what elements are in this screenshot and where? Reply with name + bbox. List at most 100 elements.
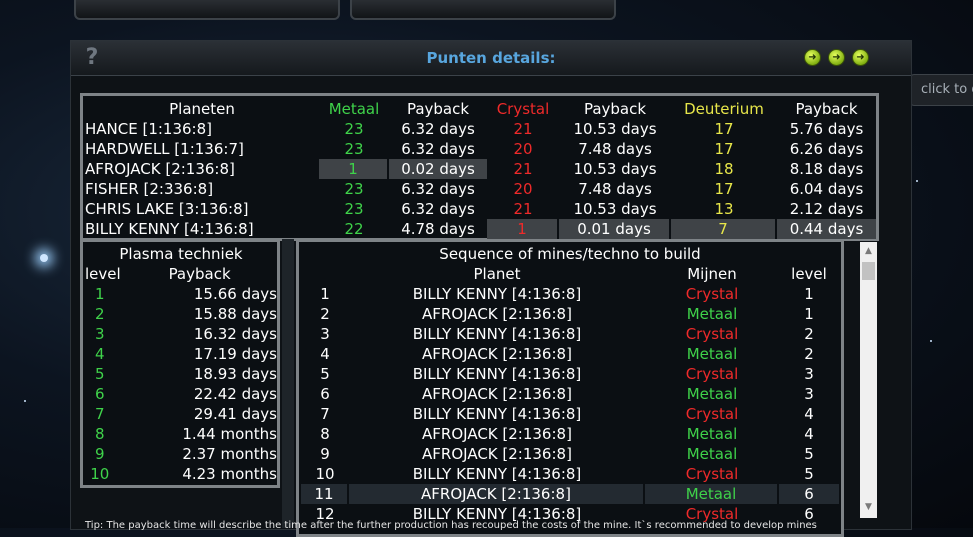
table-row: 7 29.41 days	[85, 404, 277, 424]
sequence-planet: AFROJACK [2:136:8]	[422, 445, 572, 463]
header-payback: Payback	[406, 100, 470, 118]
metaal-level: 1	[319, 159, 389, 179]
sequence-mine: Metaal	[686, 445, 738, 463]
sequence-mine: Metaal	[686, 385, 738, 403]
sequence-level: 6	[779, 484, 839, 504]
sequence-index: 2	[320, 305, 330, 323]
sequence-level: 5	[804, 465, 814, 483]
sequence-mine: Crystal	[685, 285, 739, 303]
plasma-payback: 15.66 days	[193, 285, 277, 303]
panel-header: ? Punten details: ➜ ➜ ➜	[71, 41, 911, 76]
click-to-tab[interactable]: click to d	[904, 74, 973, 106]
table-row: 3 16.32 days	[85, 324, 277, 344]
table-row[interactable]: 10 BILLY KENNY [4:136:8] Crystal 5	[301, 464, 839, 484]
plasma-title-row: Plasma techniek	[85, 244, 277, 264]
table-row[interactable]: 8 AFROJACK [2:136:8] Metaal 4	[301, 424, 839, 444]
crystal-level: 1	[487, 219, 559, 239]
sequence-planet: BILLY KENNY [4:136:8]	[412, 365, 582, 383]
plasma-table: Plasma techniek level Payback 1 15.66 day…	[85, 244, 277, 484]
metaal-payback: 4.78 days	[401, 220, 475, 238]
green-arrow-icon[interactable]: ➜	[828, 49, 845, 66]
table-row[interactable]: 6 AFROJACK [2:136:8] Metaal 3	[301, 384, 839, 404]
sequence-level: 4	[804, 405, 814, 423]
sequence-mine: Crystal	[685, 325, 739, 343]
header-level: level	[85, 265, 121, 283]
plasma-payback: 29.41 days	[193, 405, 277, 423]
planet-name: HARDWELL [1:136:7]	[85, 140, 244, 158]
sequence-level: 3	[804, 385, 814, 403]
planet-name: HANCE [1:136:8]	[85, 120, 213, 138]
metaal-payback: 6.32 days	[401, 140, 475, 158]
scroll-up-arrow-icon[interactable]: ▲	[860, 244, 877, 258]
plasma-payback: 4.23 months	[182, 465, 277, 483]
scroll-thumb[interactable]	[862, 262, 875, 280]
metaal-payback: 6.32 days	[401, 120, 475, 138]
table-row: BILLY KENNY [4:136:8] 22 4.78 days 1 0.0…	[85, 219, 876, 239]
scroll-down-arrow-icon[interactable]: ▼	[860, 500, 877, 514]
sequence-index: 10	[315, 465, 335, 483]
table-row[interactable]: 7 BILLY KENNY [4:136:8] Crystal 4	[301, 404, 839, 424]
table-row[interactable]: 9 AFROJACK [2:136:8] Metaal 5	[301, 444, 839, 464]
table-row[interactable]: 2 AFROJACK [2:136:8] Metaal 1	[301, 304, 839, 324]
deuterium-payback: 5.76 days	[789, 120, 864, 138]
plasma-level: 7	[95, 405, 105, 423]
plasma-level: 2	[95, 305, 105, 323]
plasma-level: 8	[95, 425, 105, 443]
sequence-planet: AFROJACK [2:136:8]	[422, 305, 572, 323]
crystal-level: 21	[513, 120, 533, 138]
tip-text: Tip: The payback time will describe the …	[85, 520, 817, 531]
table-row: 4 17.19 days	[85, 344, 277, 364]
table-row: 10 4.23 months	[85, 464, 277, 484]
sequence-planet: BILLY KENNY [4:136:8]	[412, 465, 582, 483]
header-index	[301, 264, 349, 284]
table-row[interactable]: 5 BILLY KENNY [4:136:8] Crystal 3	[301, 364, 839, 384]
metaal-level: 23	[344, 140, 364, 158]
metaal-level: 22	[344, 220, 364, 238]
green-arrow-icon[interactable]: ➜	[804, 49, 821, 66]
sequence-title-row: Sequence of mines/techno to build	[301, 244, 839, 264]
sequence-index: 8	[320, 425, 330, 443]
sequence-planet: AFROJACK [2:136:8]	[349, 484, 645, 504]
crystal-payback: 10.53 days	[573, 200, 657, 218]
plasma-level: 6	[95, 385, 105, 403]
table-row[interactable]: 3 BILLY KENNY [4:136:8] Crystal 2	[301, 324, 839, 344]
sequence-mine: Crystal	[685, 405, 739, 423]
header-planeten: Planeten	[169, 100, 235, 118]
deuterium-payback: 0.44 days	[777, 219, 876, 239]
plasma-level: 5	[95, 365, 105, 383]
table-row[interactable]: 4 AFROJACK [2:136:8] Metaal 2	[301, 344, 839, 364]
crystal-payback: 7.48 days	[578, 180, 652, 198]
sequence-index: 9	[320, 445, 330, 463]
table-row: 2 15.88 days	[85, 304, 277, 324]
sequence-level: 2	[804, 345, 814, 363]
header-level: level	[791, 265, 827, 283]
sequence-mine: Crystal	[685, 365, 739, 383]
planets-header-row: Planeten Metaal Payback Crystal Payback …	[85, 99, 876, 119]
sequence-level: 5	[804, 445, 814, 463]
table-row-highlighted[interactable]: 11 AFROJACK [2:136:8] Metaal 6	[301, 484, 839, 504]
table-row[interactable]: 1 BILLY KENNY [4:136:8] Crystal 1	[301, 284, 839, 304]
sequence-index: 5	[320, 365, 330, 383]
plasma-payback: 22.42 days	[193, 385, 277, 403]
table-row: 6 22.42 days	[85, 384, 277, 404]
header-metaal: Metaal	[328, 100, 380, 118]
scrollbar[interactable]: ▲ ▼	[860, 242, 877, 518]
crystal-level: 21	[513, 200, 533, 218]
plasma-payback: 2.37 months	[182, 445, 277, 463]
sequence-mine: Crystal	[685, 465, 739, 483]
table-row: HARDWELL [1:136:7] 23 6.32 days 20 7.48 …	[85, 139, 876, 159]
plasma-payback: 17.19 days	[193, 345, 277, 363]
planet-name: CHRIS LAKE [3:136:8]	[85, 200, 249, 218]
header-payback: Payback	[583, 100, 647, 118]
top-frame-right	[350, 0, 616, 20]
green-arrow-icon[interactable]: ➜	[852, 49, 869, 66]
sequence-mine: Metaal	[686, 425, 738, 443]
crystal-payback: 7.48 days	[578, 140, 652, 158]
sequence-index: 11	[301, 484, 349, 504]
header-deuterium: Deuterium	[684, 100, 764, 118]
deuterium-level: 18	[714, 160, 734, 178]
planets-box: Planeten Metaal Payback Crystal Payback …	[80, 93, 879, 241]
planet-name: AFROJACK [2:136:8]	[85, 160, 235, 178]
header-mijnen: Mijnen	[687, 265, 737, 283]
star	[916, 180, 918, 182]
